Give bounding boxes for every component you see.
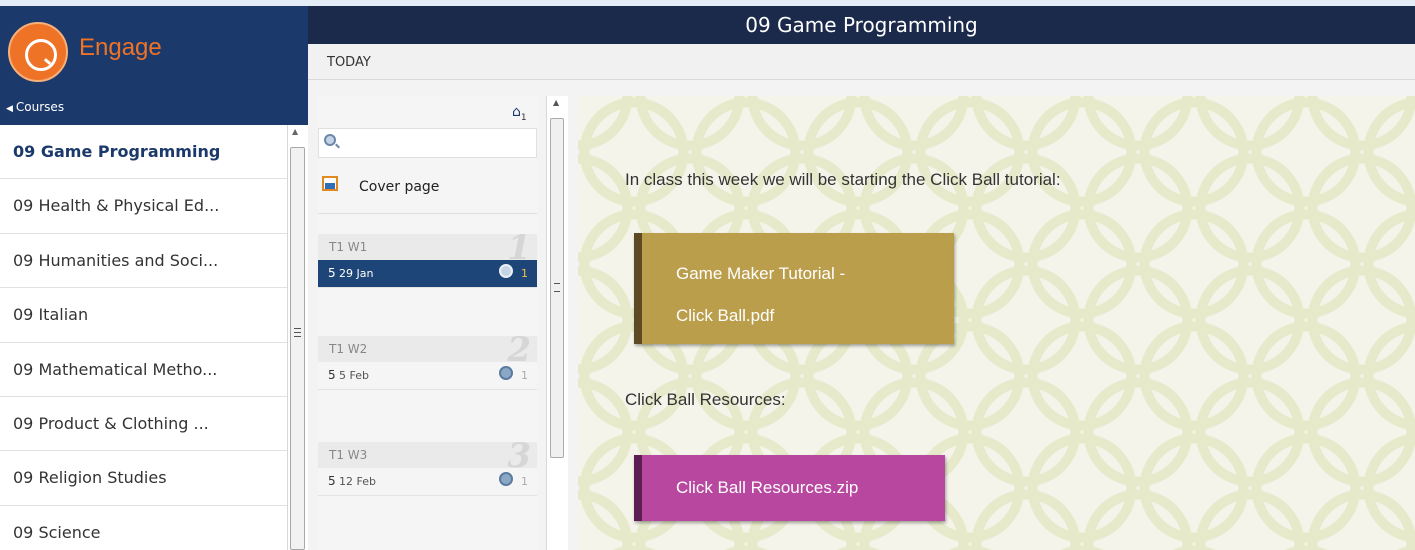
courses-back-label: Courses [15,100,65,114]
cover-page-item[interactable]: Cover page [318,168,537,214]
resources-heading: Click Ball Resources: [625,390,786,409]
search-field[interactable] [318,128,537,158]
lesson-content: In class this week we will be starting t… [578,96,1415,550]
lesson-count: 1 [521,369,528,382]
lesson-count: 1 [521,267,528,280]
grip-icon [554,283,560,292]
week-header: T1 W1 1 [318,228,537,268]
course-item-health[interactable]: 09 Health & Physical Ed... [0,179,287,234]
brand-header: Engage ◀ Courses [0,6,308,125]
course-item-humanities[interactable]: 09 Humanities and Soci... [0,234,287,289]
course-item-mathematical-methods[interactable]: 09 Mathematical Metho... [0,343,287,397]
day-item[interactable]: 5 29 Jan 1 [318,260,537,288]
brand-name: Engage [79,34,162,61]
week-header: T1 W3 3 [318,436,537,476]
week-header: T1 W2 2 [318,330,537,370]
file-button-resources[interactable]: Click Ball Resources.zip [634,455,945,521]
week-label: T1 W3 [329,448,368,462]
day-item[interactable]: 5 12 Feb 1 [318,468,537,496]
home-badge: 1 [520,112,527,123]
day-number: 5 [328,266,336,280]
course-item-product-clothing[interactable]: 09 Product & Clothing ... [0,397,287,452]
day-number: 5 [328,368,336,382]
day-date: 29 Jan [339,267,374,280]
scroll-up-icon[interactable]: ▲ [292,127,298,136]
week-block: T1 W3 3 5 12 Feb 1 [318,436,537,496]
week-block: T1 W1 1 5 29 Jan 1 [318,228,537,288]
file-line-2: Click Ball.pdf [676,306,775,325]
sidebar: Engage ◀ Courses 09 Game Programming 09 H… [0,0,308,550]
today-button[interactable]: TODAY [327,55,371,70]
courses-back-link[interactable]: ◀ Courses [6,100,64,114]
scrollbar-thumb[interactable] [550,118,564,458]
file-line-1: Game Maker Tutorial - [676,264,846,283]
engage-logo-icon [8,22,68,82]
day-date: 12 Feb [339,475,376,488]
course-list: 09 Game Programming 09 Health & Physical… [0,125,287,550]
course-item-italian[interactable]: 09 Italian [0,288,287,343]
lesson-icon [499,366,513,380]
scrollbar-thumb[interactable] [290,147,305,550]
lesson-icon [499,264,513,278]
week-label: T1 W1 [329,240,368,254]
course-item-science[interactable]: 09 Science [0,506,287,550]
intro-text: In class this week we will be starting t… [625,170,1061,189]
home-icon: ⌂ [512,104,521,120]
timeline-panel: ⌂1 Cover page T1 W1 1 5 29 Jan 1 T1 W2 2… [318,96,537,550]
week-label: T1 W2 [329,342,368,356]
course-item-religion-studies[interactable]: 09 Religion Studies [0,451,287,506]
cover-page-label: Cover page [359,179,440,195]
back-triangle-icon: ◀ [6,104,13,114]
file-button-tutorial[interactable]: Game Maker Tutorial - Click Ball.pdf [634,233,954,344]
day-date: 5 Feb [339,369,369,382]
timeline-scrollbar[interactable]: ▲ [546,96,568,550]
lesson-icon [499,472,513,486]
home-button[interactable]: ⌂1 [512,104,527,123]
week-block: T1 W2 2 5 5 Feb 1 [318,330,537,390]
course-list-scrollbar[interactable]: ▲ [287,125,308,550]
search-icon [324,134,336,146]
page-title: 09 Game Programming [308,6,1415,44]
grip-icon [294,328,301,337]
day-number: 5 [328,474,336,488]
course-item-game-programming[interactable]: 09 Game Programming [0,125,287,180]
cover-page-icon [322,176,338,191]
lesson-count: 1 [521,475,528,488]
day-item[interactable]: 5 5 Feb 1 [318,362,537,390]
today-bar: TODAY [308,44,1415,80]
scroll-up-icon[interactable]: ▲ [553,98,559,107]
